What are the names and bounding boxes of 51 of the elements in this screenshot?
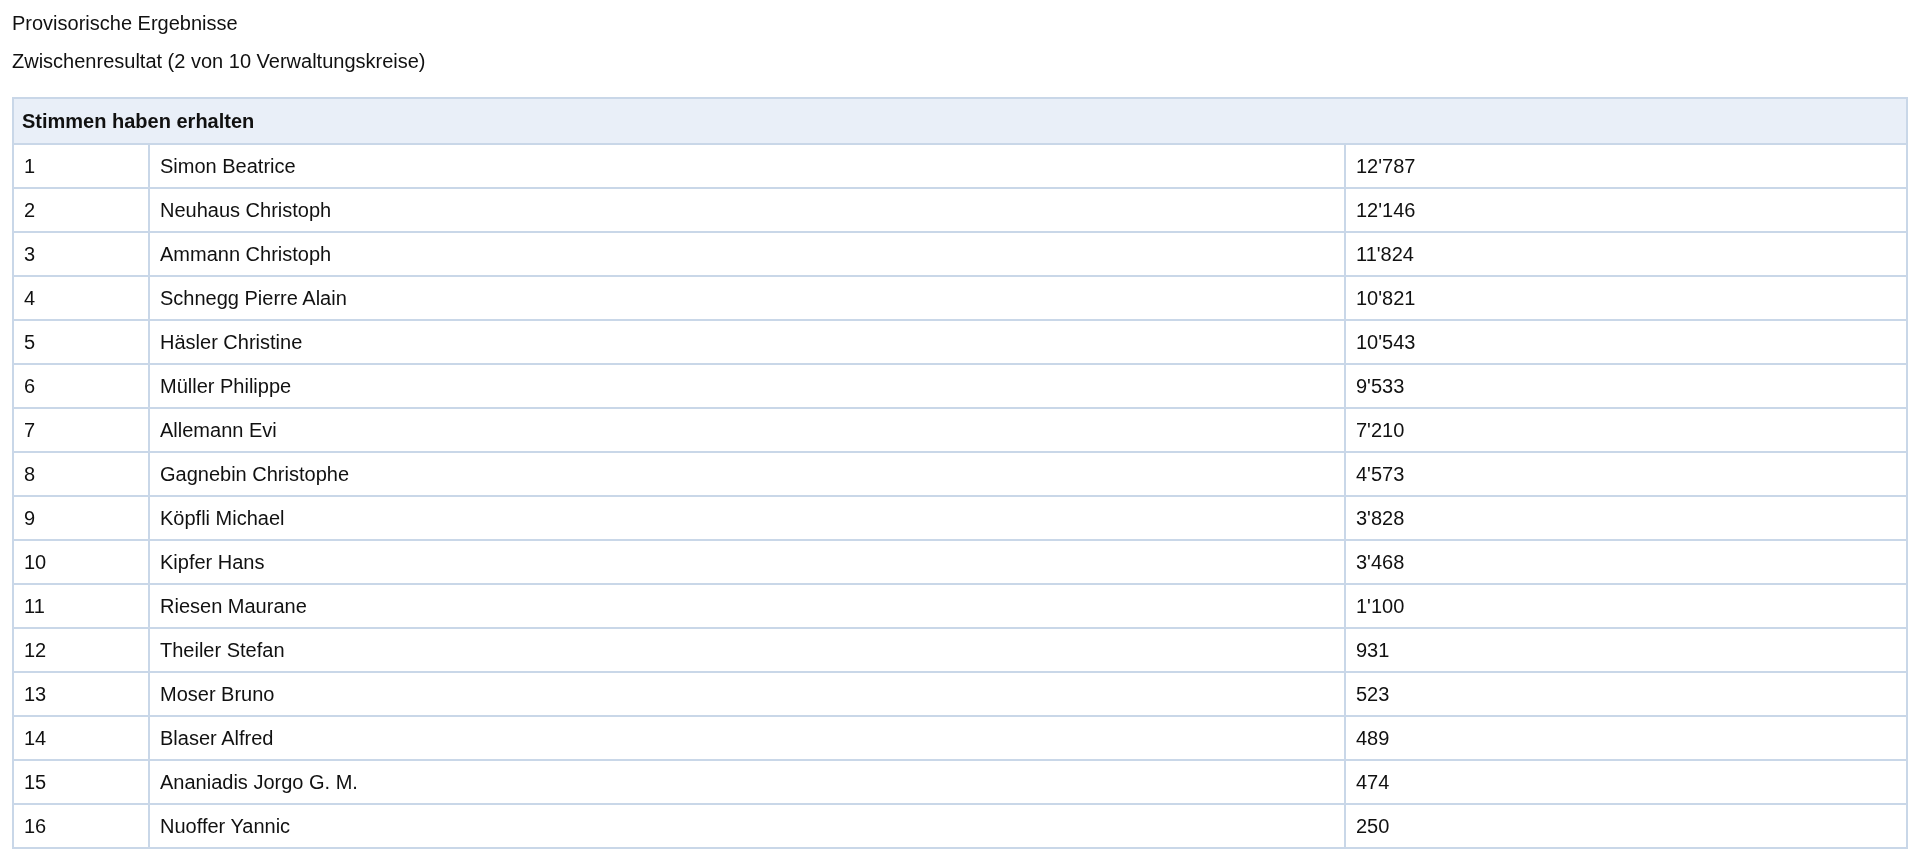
rank-cell: 14: [13, 716, 149, 760]
page-subtitle: Zwischenresultat (2 von 10 Verwaltungskreise): [12, 49, 427, 74]
rank-cell: 4: [13, 276, 149, 320]
rank-cell: 2: [13, 188, 149, 232]
name-cell: Riesen Maurane: [149, 584, 1345, 628]
name-cell: Moser Bruno: [149, 672, 1345, 716]
rank-cell: 11: [13, 584, 149, 628]
votes-cell: 10'543: [1345, 320, 1907, 364]
name-cell: Theiler Stefan: [149, 628, 1345, 672]
name-cell: Müller Philippe: [149, 364, 1345, 408]
votes-cell: 12'146: [1345, 188, 1907, 232]
votes-cell: 3'828: [1345, 496, 1907, 540]
votes-cell: 250: [1345, 804, 1907, 848]
rank-cell: 15: [13, 760, 149, 804]
name-cell: Neuhaus Christoph: [149, 188, 1345, 232]
rank-cell: 16: [13, 804, 149, 848]
name-cell: Ammann Christoph: [149, 232, 1345, 276]
votes-cell: 3'468: [1345, 540, 1907, 584]
name-cell: Ananiadis Jorgo G. M.: [149, 760, 1345, 804]
rank-cell: 9: [13, 496, 149, 540]
name-cell: Kipfer Hans: [149, 540, 1345, 584]
name-cell: Allemann Evi: [149, 408, 1345, 452]
rank-cell: 8: [13, 452, 149, 496]
rank-cell: 7: [13, 408, 149, 452]
rank-cell: 1: [13, 144, 149, 188]
name-cell: Simon Beatrice: [149, 144, 1345, 188]
votes-cell: 10'821: [1345, 276, 1907, 320]
page-title: Provisorische Ergebnisse: [12, 11, 239, 36]
rank-cell: 13: [13, 672, 149, 716]
rank-cell: 3: [13, 232, 149, 276]
votes-cell: 523: [1345, 672, 1907, 716]
rank-cell: 5: [13, 320, 149, 364]
votes-cell: 489: [1345, 716, 1907, 760]
rank-cell: 10: [13, 540, 149, 584]
votes-cell: 1'100: [1345, 584, 1907, 628]
rank-cell: 12: [13, 628, 149, 672]
votes-cell: 931: [1345, 628, 1907, 672]
votes-cell: 9'533: [1345, 364, 1907, 408]
votes-cell: 12'787: [1345, 144, 1907, 188]
table-heading: Stimmen haben erhalten: [13, 98, 1907, 144]
name-cell: Blaser Alfred: [149, 716, 1345, 760]
rank-cell: 6: [13, 364, 149, 408]
votes-cell: 4'573: [1345, 452, 1907, 496]
name-cell: Gagnebin Christophe: [149, 452, 1345, 496]
name-cell: Nuoffer Yannic: [149, 804, 1345, 848]
votes-cell: 11'824: [1345, 232, 1907, 276]
name-cell: Köpfli Michael: [149, 496, 1345, 540]
name-cell: Schnegg Pierre Alain: [149, 276, 1345, 320]
name-cell: Häsler Christine: [149, 320, 1345, 364]
votes-cell: 474: [1345, 760, 1907, 804]
votes-cell: 7'210: [1345, 408, 1907, 452]
